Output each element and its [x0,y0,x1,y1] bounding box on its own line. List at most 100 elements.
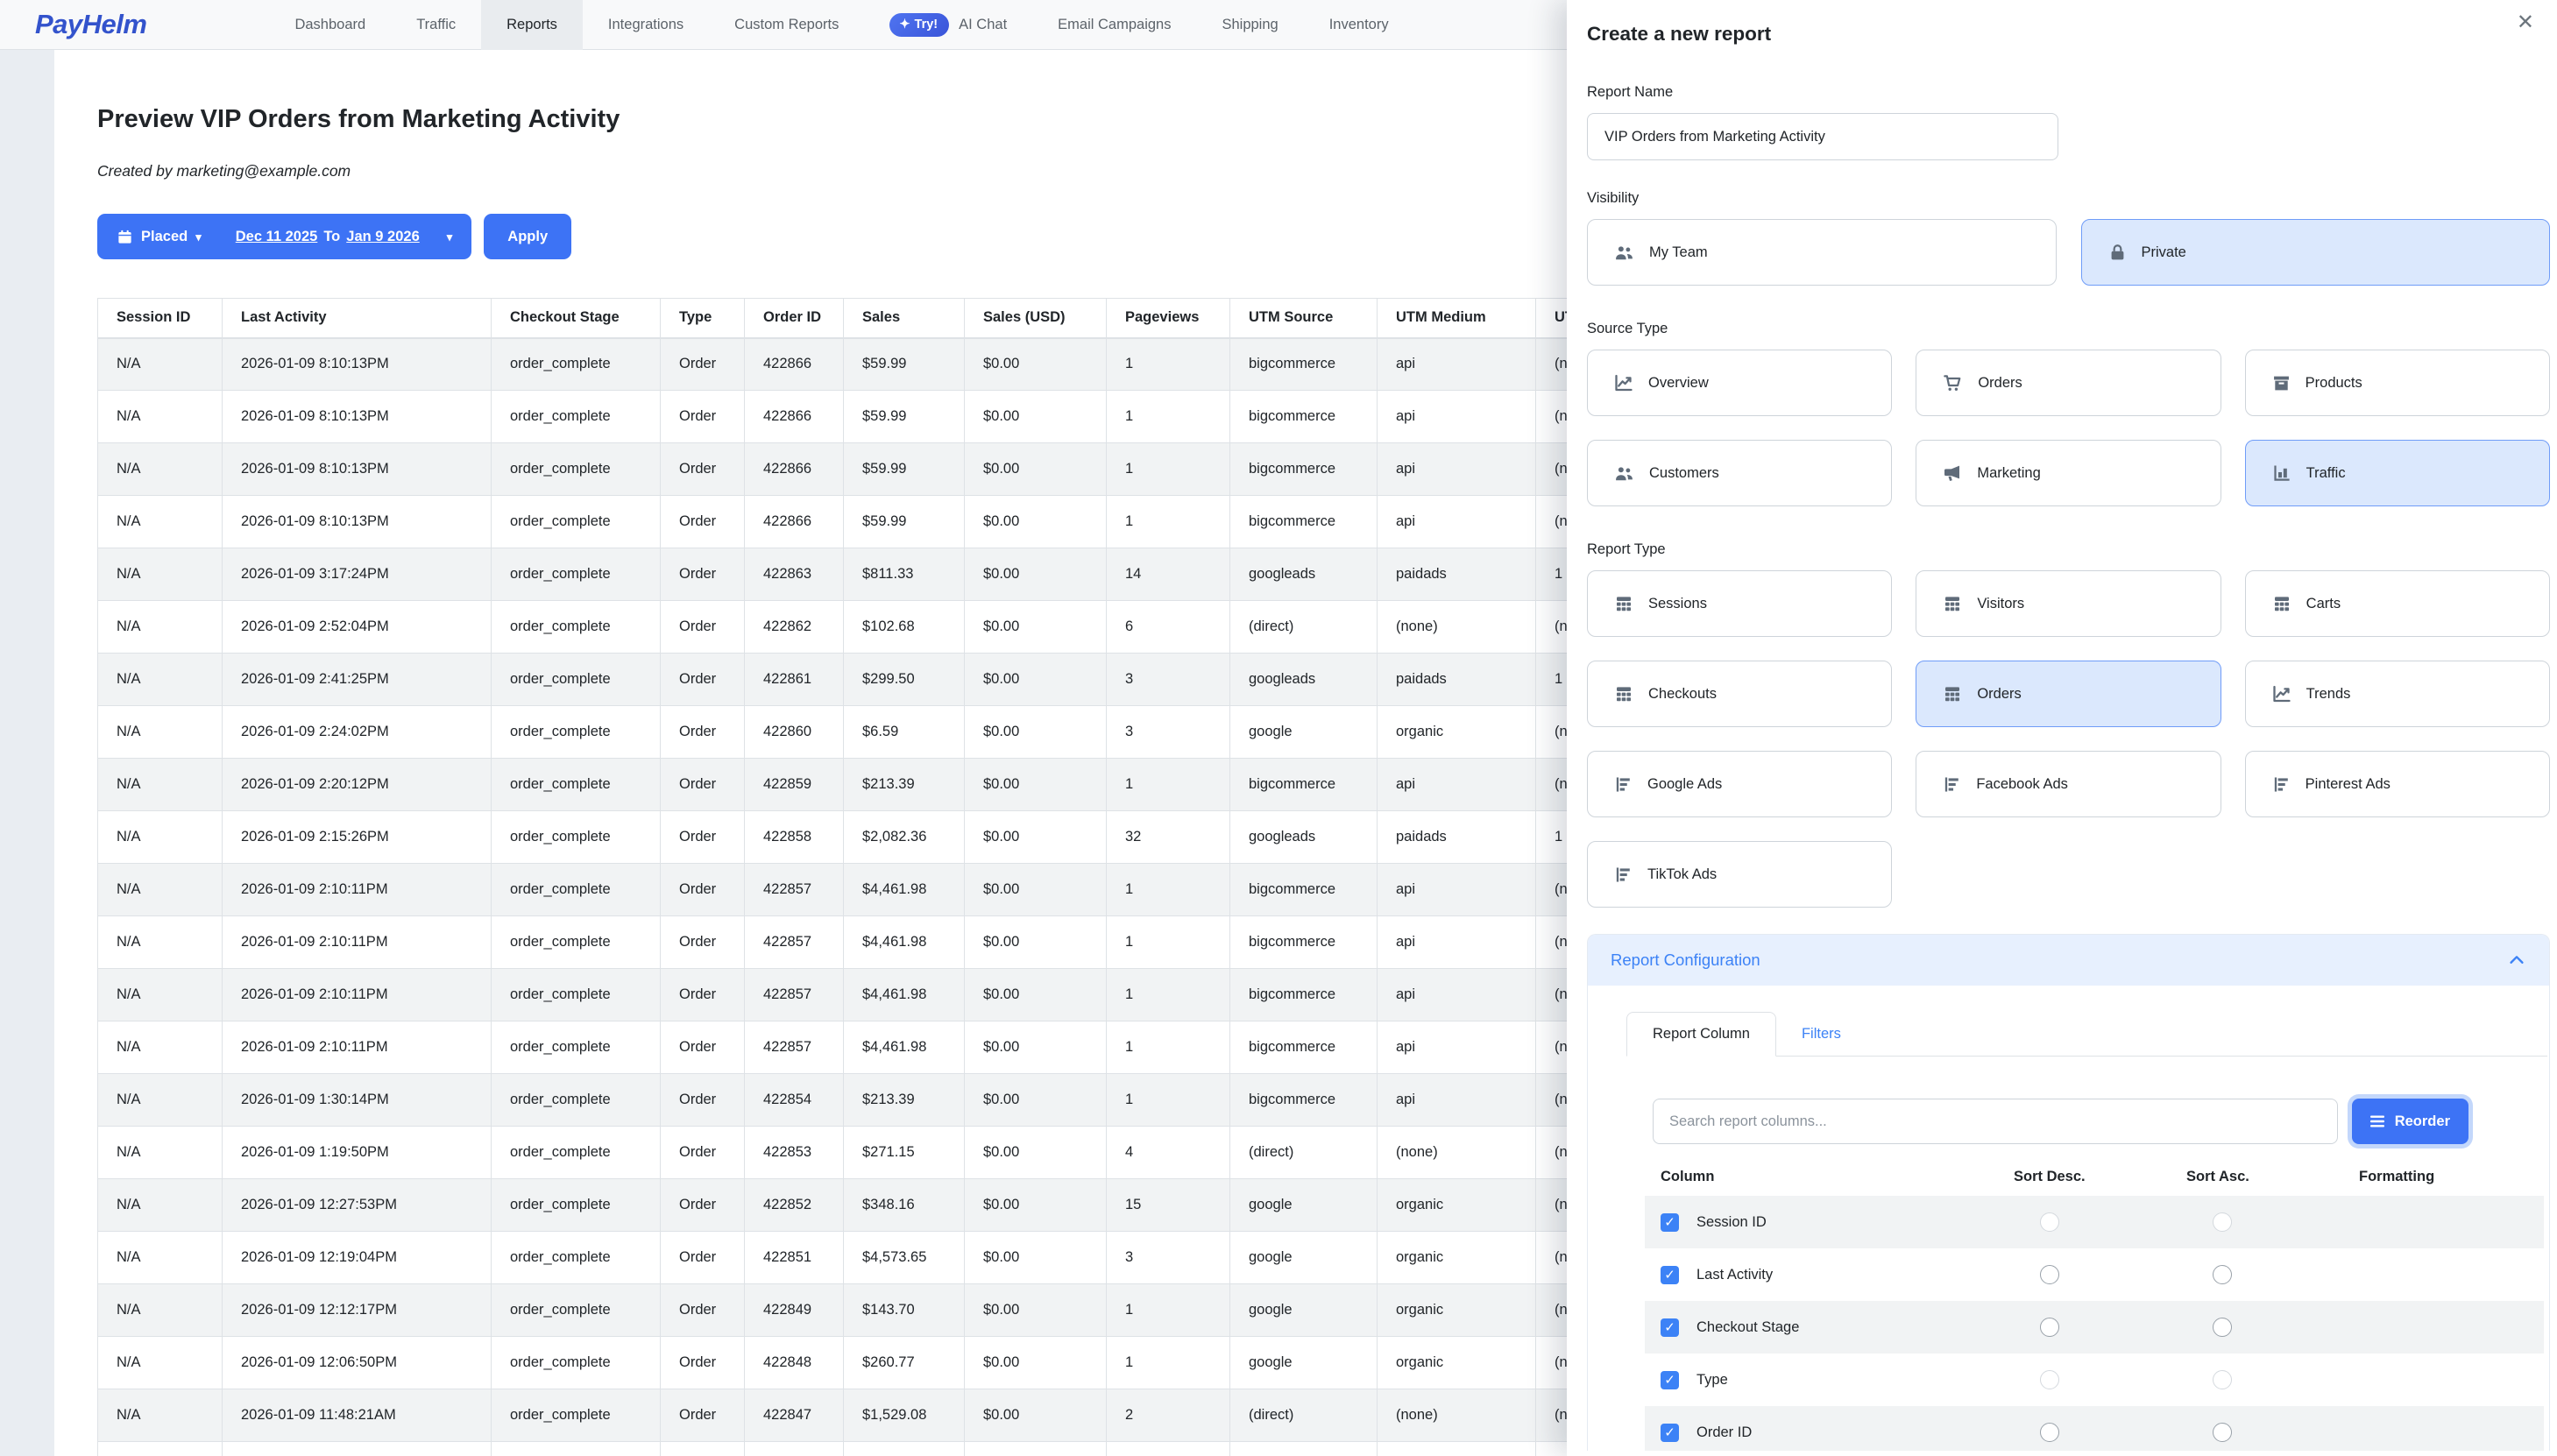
nav-item-ai-chat[interactable]: ✦Try!AI Chat [864,0,1032,50]
sort-asc-radio[interactable] [2213,1423,2232,1442]
column-header-checkout-stage: Checkout Stage [492,299,661,338]
report-configuration-header[interactable]: Report Configuration [1588,935,2549,986]
table-cell [98,1442,223,1456]
nav-item-integrations[interactable]: Integrations [583,0,709,50]
column-checkbox[interactable]: ✓ [1661,1213,1679,1232]
table-cell: 2026-01-09 12:19:04PM [223,1232,492,1284]
source-type-option-orders[interactable]: Orders [1916,350,2221,416]
column-list-header-sort-desc-: Sort Desc. [2014,1169,2186,1185]
report-type-option-sessions[interactable]: Sessions [1587,570,1892,637]
table-cell: 3 [1107,1232,1230,1284]
table-cell: 422847 [745,1389,844,1442]
source-type-option-overview[interactable]: Overview [1587,350,1892,416]
sort-desc-radio[interactable] [2040,1423,2059,1442]
table-cell: N/A [98,1284,223,1337]
tab-report-column[interactable]: Report Column [1626,1012,1776,1057]
tab-filters[interactable]: Filters [1776,1013,1866,1056]
nav-item-email-campaigns[interactable]: Email Campaigns [1032,0,1196,50]
table-cell [223,1442,492,1456]
table-cell: organic [1378,1284,1536,1337]
table-row: N/A2026-01-09 2:10:11PMorder_completeOrd… [98,969,1641,1021]
sort-desc-radio[interactable] [2040,1212,2059,1232]
table-cell: 2026-01-09 2:10:11PM [223,969,492,1021]
source-type-option-products[interactable]: Products [2245,350,2550,416]
visibility-option-private[interactable]: Private [2081,219,2551,286]
nav-item-traffic[interactable]: Traffic [391,0,481,50]
reorder-button[interactable]: Reorder [2352,1099,2468,1144]
date-range-button[interactable]: Placed ▾ Dec 11 2025 To Jan 9 2026 ▾ [97,214,471,259]
table-row: N/A2026-01-09 12:06:50PMorder_completeOr… [98,1337,1641,1389]
report-type-option-trends[interactable]: Trends [2245,661,2550,727]
column-checkbox[interactable]: ✓ [1661,1424,1679,1442]
table-cell: N/A [98,759,223,811]
table-cell: Order [661,1232,745,1284]
visibility-option-my-team[interactable]: My Team [1587,219,2057,286]
report-type-option-checkouts[interactable]: Checkouts [1587,661,1892,727]
table-cell: $0.00 [965,1337,1107,1389]
nav-item-shipping[interactable]: Shipping [1196,0,1303,50]
sort-desc-radio[interactable] [2040,1318,2059,1337]
sort-desc-radio[interactable] [2040,1265,2059,1284]
table-cell: bigcommerce [1230,864,1378,916]
date-from[interactable]: Dec 11 2025 [236,229,318,245]
nav-item-custom-reports[interactable]: Custom Reports [709,0,864,50]
source-type-option-marketing[interactable]: Marketing [1916,440,2221,506]
table-cell: order_complete [492,548,661,601]
create-report-panel: ✕ Create a new report Report Name Visibi… [1567,0,2557,1456]
nav-item-inventory[interactable]: Inventory [1304,0,1414,50]
table-cell: order_complete [492,1179,661,1232]
sort-asc-radio[interactable] [2213,1265,2232,1284]
nav-item-dashboard[interactable]: Dashboard [269,0,391,50]
column-checkbox[interactable]: ✓ [1661,1266,1679,1284]
column-checkbox[interactable]: ✓ [1661,1371,1679,1389]
table-cell: N/A [98,1127,223,1179]
column-header-utm-source: UTM Source [1230,299,1378,338]
table-cell: bigcommerce [1230,496,1378,548]
table-cell: N/A [98,601,223,654]
payhelm-logo[interactable]: PayHelm [35,9,146,40]
config-tabs: Report ColumnFilters [1626,1012,2547,1057]
report-name-input[interactable] [1587,113,2058,160]
report-type-option-label: Trends [2306,686,2351,703]
table-cell: N/A [98,969,223,1021]
table-cell: $102.68 [844,601,965,654]
table-cell: $59.99 [844,338,965,391]
source-type-option-traffic[interactable]: Traffic [2245,440,2550,506]
table-cell: N/A [98,391,223,443]
date-to[interactable]: Jan 9 2026 [346,229,419,245]
report-type-option-visitors[interactable]: Visitors [1916,570,2221,637]
nav-item-label: Shipping [1222,17,1278,33]
table-cell: Order [661,864,745,916]
nav-item-reports[interactable]: Reports [481,0,583,50]
search-report-columns-input[interactable] [1653,1099,2338,1144]
source-type-option-customers[interactable]: Customers [1587,440,1892,506]
report-type-option-google-ads[interactable]: Google Ads [1587,751,1892,817]
column-header-type: Type [661,299,745,338]
report-type-option-orders[interactable]: Orders [1916,661,2221,727]
report-type-option-carts[interactable]: Carts [2245,570,2550,637]
table-cell: bigcommerce [1230,969,1378,1021]
source-type-option-label: Orders [1978,375,2022,392]
sort-asc-radio[interactable] [2213,1212,2232,1232]
table-cell: Order [661,601,745,654]
table-cell: order_complete [492,759,661,811]
report-type-option-pinterest-ads[interactable]: Pinterest Ads [2245,751,2550,817]
table-cell: Order [661,916,745,969]
sort-asc-radio[interactable] [2213,1318,2232,1337]
close-icon[interactable]: ✕ [2517,12,2534,33]
apply-button[interactable]: Apply [484,214,571,259]
sort-asc-radio[interactable] [2213,1370,2232,1389]
caret-down-icon: ▾ [195,230,202,244]
report-type-option-facebook-ads[interactable]: Facebook Ads [1916,751,2221,817]
column-checkbox[interactable]: ✓ [1661,1318,1679,1337]
table-cell: 422857 [745,864,844,916]
chevron-up-icon[interactable] [2507,951,2526,970]
table-row: N/A2026-01-09 8:10:13PMorder_completeOrd… [98,443,1641,496]
report-configuration-box: Report Configuration Report ColumnFilter… [1587,934,2550,1451]
sort-desc-radio[interactable] [2040,1370,2059,1389]
column-header-sales: Sales [844,299,965,338]
report-type-option-label: Orders [1977,686,2021,703]
report-type-option-tiktok-ads[interactable]: TikTok Ads [1587,841,1892,908]
table-cell: Order [661,1337,745,1389]
table-cell: 14 [1107,548,1230,601]
